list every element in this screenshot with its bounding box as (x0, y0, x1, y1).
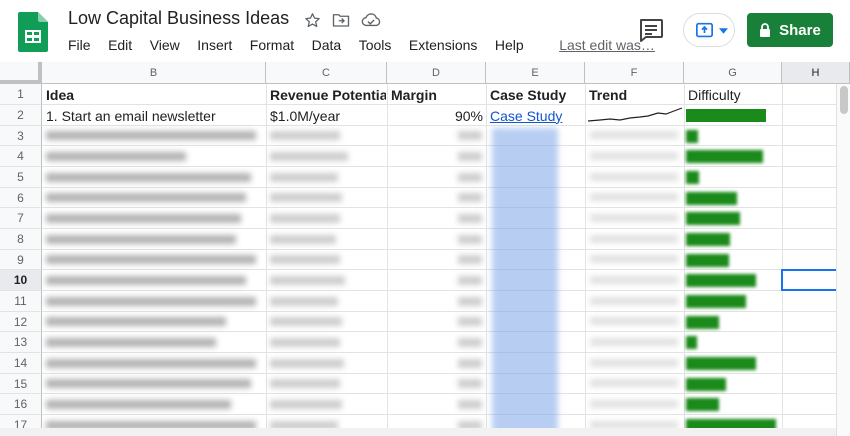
header-difficulty[interactable]: Difficulty (688, 84, 781, 105)
row-header-11[interactable]: 11 (0, 291, 42, 312)
row-header-7[interactable]: 7 (0, 208, 42, 229)
difficulty-bar (686, 316, 719, 329)
vertical-scrollbar-thumb[interactable] (840, 86, 848, 114)
difficulty-bar (686, 192, 737, 205)
dropdown-arrow-icon[interactable] (719, 28, 728, 34)
difficulty-bar (686, 357, 756, 370)
grid-line (42, 145, 836, 146)
idea-cell[interactable]: 1. Start an email newsletter (46, 105, 264, 126)
row-header-8[interactable]: 8 (0, 229, 42, 250)
row-header-13[interactable]: 13 (0, 332, 42, 353)
cloud-status-icon[interactable] (361, 10, 381, 30)
grid-line (42, 331, 836, 332)
present-icon (696, 22, 713, 38)
header-revenue-potential[interactable]: Revenue Potential (270, 84, 386, 105)
column-header-h[interactable]: H (782, 62, 850, 84)
grid-line (42, 269, 836, 270)
column-header-c[interactable]: C (266, 62, 387, 84)
menu-file[interactable]: File (68, 37, 91, 53)
row-header-14[interactable]: 14 (0, 353, 42, 374)
share-button[interactable]: Share (747, 13, 833, 47)
spreadsheet-grid[interactable]: B C D E F G H 1 2 3 4 5 6 7 8 9 10 11 12… (0, 62, 850, 436)
document-title[interactable]: Low Capital Business Ideas (68, 8, 289, 29)
present-button[interactable] (683, 13, 735, 47)
case-study-link[interactable]: Case Study (490, 105, 584, 126)
row-header-1[interactable]: 1 (0, 84, 42, 105)
grid-line (782, 84, 783, 436)
menu-extensions[interactable]: Extensions (409, 37, 477, 53)
vertical-scrollbar[interactable] (836, 84, 850, 436)
difficulty-bar (686, 254, 729, 267)
horizontal-scrollbar[interactable] (0, 428, 836, 436)
difficulty-bar (686, 109, 766, 122)
row-header-4[interactable]: 4 (0, 146, 42, 167)
header-case-study[interactable]: Case Study (490, 84, 584, 105)
difficulty-bar (686, 295, 746, 308)
menu-view[interactable]: View (150, 37, 180, 53)
difficulty-bar (686, 336, 697, 349)
grid-line (684, 84, 685, 436)
lock-icon (760, 23, 771, 37)
grid-line (42, 290, 836, 291)
column-header-e[interactable]: E (486, 62, 585, 84)
grid-line (585, 84, 586, 436)
grid-line (42, 352, 836, 353)
trend-sparkline (588, 107, 683, 122)
difficulty-bar (686, 212, 740, 225)
grid-line (42, 249, 836, 250)
margin-cell[interactable]: 90% (391, 105, 483, 126)
menu-tools[interactable]: Tools (359, 37, 392, 53)
menu-edit[interactable]: Edit (108, 37, 132, 53)
grid-line (42, 187, 836, 188)
difficulty-bar (686, 398, 719, 411)
menu-help[interactable]: Help (495, 37, 524, 53)
menu-format[interactable]: Format (250, 37, 294, 53)
revenue-cell[interactable]: $1.0M/year (270, 105, 386, 126)
share-label: Share (779, 21, 821, 39)
selected-cell[interactable] (781, 269, 838, 291)
grid-line (266, 84, 267, 436)
menu-insert[interactable]: Insert (197, 37, 232, 53)
header-idea[interactable]: Idea (46, 84, 264, 105)
comment-icon[interactable] (638, 18, 664, 42)
difficulty-bar (686, 171, 699, 184)
row-header-3[interactable]: 3 (0, 126, 42, 146)
grid-line (387, 84, 388, 436)
menu-data[interactable]: Data (312, 37, 342, 53)
select-all-corner[interactable] (0, 62, 42, 84)
grid-line (486, 84, 487, 436)
grid-line (42, 166, 836, 167)
grid-line (42, 311, 836, 312)
header-trend[interactable]: Trend (589, 84, 683, 105)
grid-line (42, 393, 836, 394)
difficulty-bar (686, 233, 730, 246)
grid-line (42, 414, 836, 415)
difficulty-bar (686, 150, 763, 163)
row-header-15[interactable]: 15 (0, 374, 42, 394)
move-to-folder-icon[interactable] (331, 10, 351, 30)
row-header-5[interactable]: 5 (0, 167, 42, 188)
column-header-b[interactable]: B (42, 62, 266, 84)
app-header: Low Capital Business Ideas File Edit Vie… (0, 0, 850, 62)
star-icon[interactable] (302, 10, 322, 30)
sheets-logo-icon[interactable] (18, 12, 48, 52)
row-header-2[interactable]: 2 (0, 105, 42, 126)
column-header-f[interactable]: F (585, 62, 684, 84)
row-header-10[interactable]: 10 (0, 270, 42, 291)
row-header-12[interactable]: 12 (0, 312, 42, 332)
row-header-16[interactable]: 16 (0, 394, 42, 415)
difficulty-bar (686, 130, 698, 143)
difficulty-bar (686, 274, 756, 287)
menu-bar: File Edit View Insert Format Data Tools … (68, 37, 655, 53)
column-header-d[interactable]: D (387, 62, 486, 84)
grid-line (42, 207, 836, 208)
grid-line (42, 373, 836, 374)
difficulty-bar (686, 378, 726, 391)
row-header-9[interactable]: 9 (0, 250, 42, 270)
column-header-g[interactable]: G (684, 62, 782, 84)
row-header-6[interactable]: 6 (0, 188, 42, 208)
grid-line (42, 228, 836, 229)
header-margin[interactable]: Margin (391, 84, 485, 105)
